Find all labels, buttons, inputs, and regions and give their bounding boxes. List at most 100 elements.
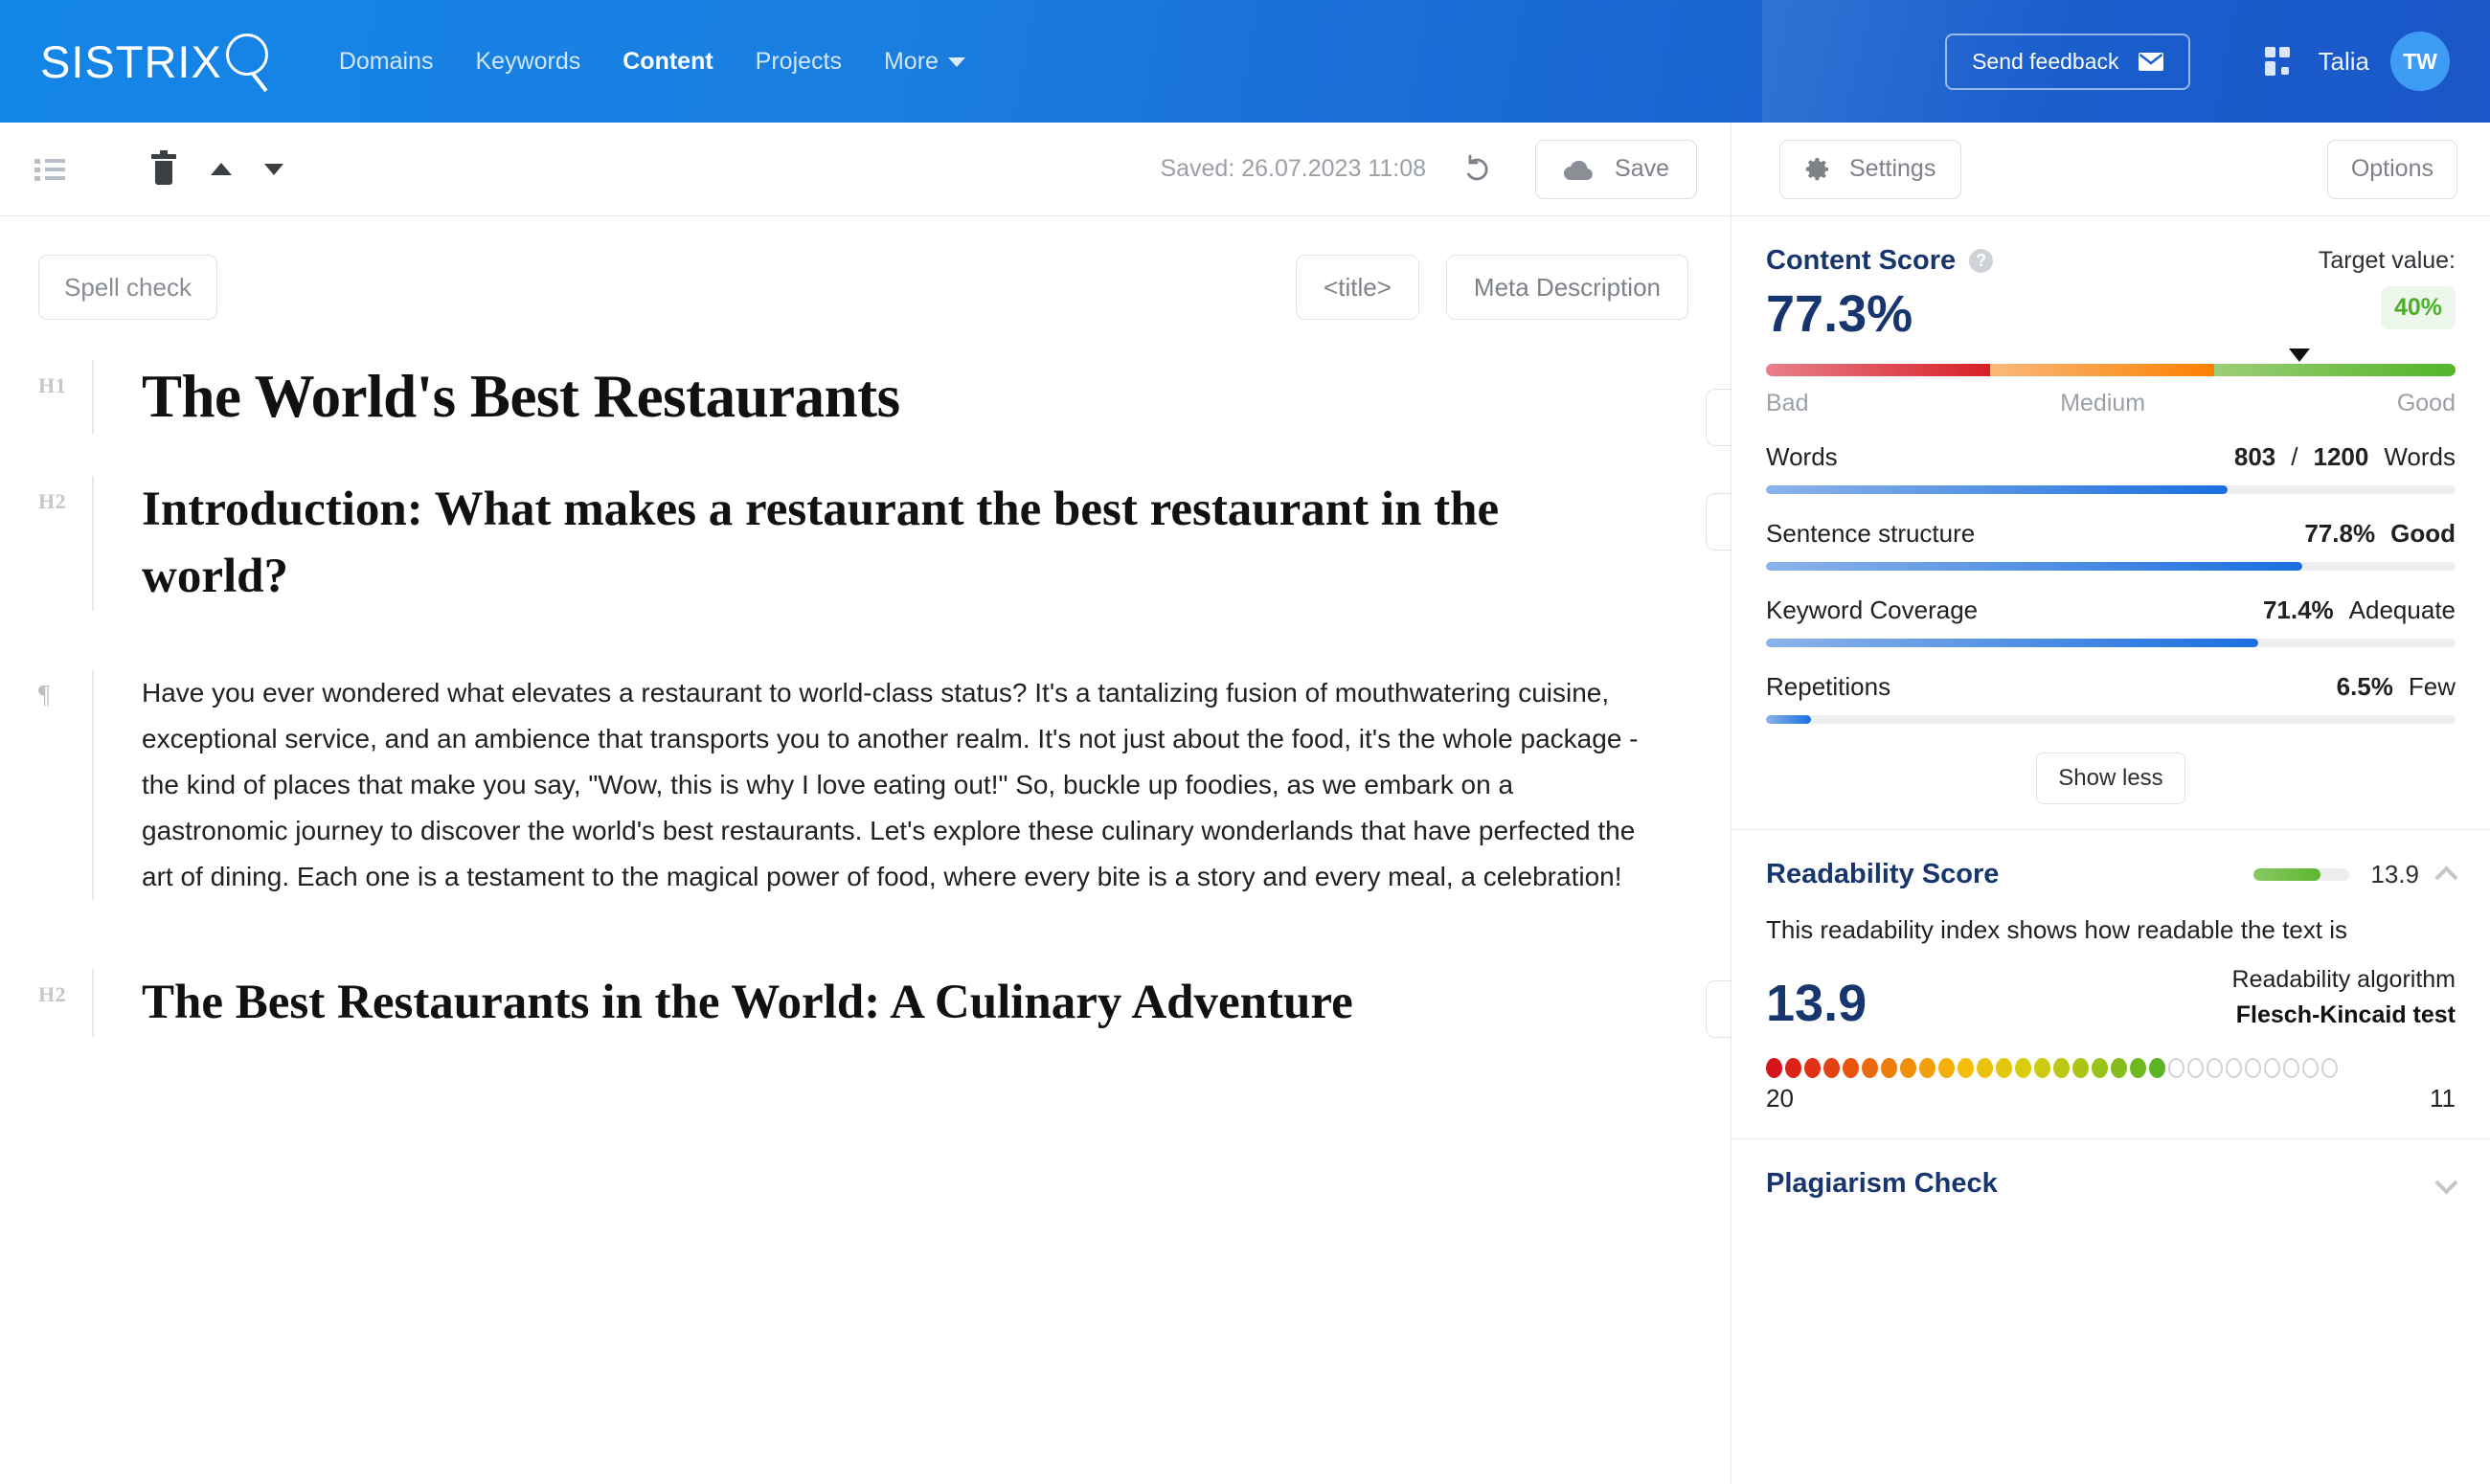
settings-button-label: Settings	[1849, 155, 1936, 182]
editor-block-h1[interactable]: H1 The World's Best Restaurants	[0, 360, 1731, 446]
metric-keyword-coverage: Keyword Coverage 71.4% Adequate	[1766, 596, 2456, 648]
content-editor-pane: Spell check <title> Meta Description H1 …	[0, 216, 1732, 1484]
delete-icon[interactable]	[151, 149, 176, 185]
readability-mini-value: 13.9	[2370, 860, 2419, 889]
meta-description-label: Meta Description	[1473, 272, 1661, 302]
metric-value: 6.5%	[2336, 672, 2393, 702]
heading-h1[interactable]: The World's Best Restaurants	[142, 360, 1654, 434]
readability-dot	[1996, 1058, 2012, 1079]
chevron-up-icon[interactable]	[2436, 866, 2456, 885]
metric-rating: Adequate	[2348, 596, 2456, 625]
readability-dot	[2302, 1058, 2319, 1079]
readability-dot	[1862, 1058, 1878, 1079]
readability-dot	[1919, 1058, 1935, 1079]
readability-mini-bar	[2253, 868, 2350, 882]
show-less-button[interactable]: Show less	[2036, 753, 2185, 805]
editor-block-h2-intro[interactable]: H2 Introduction: What makes a restaurant…	[0, 475, 1731, 611]
editor-tool-row: Spell check <title> Meta Description	[0, 216, 1731, 320]
plagiarism-header[interactable]: Plagiarism Check	[1766, 1168, 2456, 1200]
gauge-label-medium: Medium	[2060, 390, 2146, 417]
user-name-label[interactable]: Talia	[2319, 47, 2369, 77]
send-feedback-label: Send feedback	[1972, 48, 2119, 74]
metric-bar-fill	[1766, 485, 2228, 495]
nav-item-content[interactable]: Content	[601, 38, 734, 85]
block-guide-bar	[92, 475, 94, 611]
readability-dot	[1977, 1058, 1993, 1079]
heading-h2-best[interactable]: The Best Restaurants in the World: A Cul…	[142, 969, 1654, 1036]
settings-button[interactable]: Settings	[1779, 139, 1962, 199]
meta-description-button[interactable]: Meta Description	[1445, 255, 1688, 320]
nav-item-more[interactable]: More	[863, 38, 986, 85]
readability-algorithm-label: Readability algorithm	[2231, 966, 2456, 994]
save-button[interactable]: Save	[1535, 139, 1697, 199]
target-value-label: Target value:	[2318, 247, 2456, 274]
content-score-header: Content Score ? Target value:	[1766, 245, 2456, 277]
readability-dot	[1804, 1058, 1821, 1079]
undo-icon[interactable]	[1462, 153, 1495, 186]
options-button[interactable]: Options	[2326, 139, 2457, 199]
heading-h2-intro[interactable]: Introduction: What makes a restaurant th…	[142, 476, 1654, 611]
send-feedback-button[interactable]: Send feedback	[1945, 33, 2190, 90]
readability-title: Readability Score	[1766, 859, 2000, 890]
metric-rating: Few	[2408, 672, 2456, 702]
plagiarism-title: Plagiarism Check	[1766, 1168, 1998, 1200]
move-up-icon[interactable]	[211, 163, 232, 175]
sistrix-logo[interactable]: SISTRIX	[40, 34, 276, 93]
chevron-down-icon[interactable]	[2436, 1175, 2456, 1194]
avatar[interactable]: TW	[2390, 32, 2450, 91]
options-button-label: Options	[2350, 155, 2433, 182]
readability-dot	[1766, 1058, 1782, 1079]
target-value-badge: 40%	[2380, 286, 2456, 329]
readability-dot	[2283, 1058, 2299, 1079]
block-side-button[interactable]	[1706, 389, 1731, 446]
title-tag-button[interactable]: <title>	[1296, 255, 1419, 320]
nav-item-domains[interactable]: Domains	[318, 38, 455, 85]
readability-dot	[1881, 1058, 1897, 1079]
block-side-button[interactable]	[1706, 980, 1731, 1039]
readability-big-value: 13.9	[1766, 975, 1868, 1033]
plagiarism-section[interactable]: Plagiarism Check	[1732, 1139, 2490, 1225]
readability-dot	[1823, 1058, 1840, 1079]
readability-algorithm-name: Flesch-Kincaid test	[2235, 1001, 2456, 1029]
metric-name: Words	[1766, 442, 1838, 472]
block-content[interactable]: The Best Restaurants in the World: A Cul…	[142, 969, 1731, 1036]
metric-name: Keyword Coverage	[1766, 596, 1979, 625]
paragraph-mark-icon: ¶	[38, 679, 51, 708]
editor-block-paragraph[interactable]: ¶ Have you ever wondered what elevates a…	[0, 669, 1731, 901]
readability-dot	[2130, 1058, 2146, 1079]
readability-description: This readability index shows how readabl…	[1766, 915, 2347, 945]
metric-value: 71.4%	[2262, 596, 2334, 625]
nav-item-projects[interactable]: Projects	[735, 38, 863, 85]
content-score-value: 77.3%	[1766, 285, 1913, 343]
chevron-down-icon	[947, 56, 965, 67]
readability-header[interactable]: Readability Score 13.9	[1766, 859, 2456, 890]
outline-list-icon[interactable]	[34, 157, 65, 182]
paragraph-text[interactable]: Have you ever wondered what elevates a r…	[142, 670, 1654, 901]
readability-algorithm-block: Readability algorithm Flesch-Kincaid tes…	[2232, 966, 2456, 1029]
block-guide-bar	[92, 360, 94, 434]
editor-block-h2-best[interactable]: H2 The Best Restaurants in the World: A …	[0, 969, 1731, 1039]
nav-item-keywords[interactable]: Keywords	[454, 38, 601, 85]
block-guide-bar	[92, 969, 94, 1037]
readability-dot	[2092, 1058, 2108, 1079]
metric-bar-track	[1766, 485, 2456, 495]
document-blocks: H1 The World's Best Restaurants H2 Intro…	[0, 320, 1731, 1039]
readability-dot	[1785, 1058, 1801, 1079]
readability-dot	[2321, 1058, 2338, 1079]
move-down-icon[interactable]	[264, 163, 283, 175]
gauge-labels: Bad Medium Good	[1766, 390, 2456, 417]
help-icon[interactable]: ?	[1969, 249, 1994, 273]
metric-bar-fill	[1766, 639, 2259, 648]
apps-grid-icon[interactable]	[2264, 47, 2294, 76]
block-side-button[interactable]	[1706, 492, 1731, 551]
title-tag-label: <title>	[1324, 272, 1392, 302]
readability-dot	[2053, 1058, 2070, 1079]
spell-check-label: Spell check	[64, 272, 192, 302]
metric-bar-track	[1766, 715, 2456, 725]
block-content[interactable]: The World's Best Restaurants	[142, 360, 1731, 434]
spell-check-button[interactable]: Spell check	[38, 255, 217, 320]
block-content[interactable]: Introduction: What makes a restaurant th…	[142, 476, 1731, 611]
block-content[interactable]: Have you ever wondered what elevates a r…	[142, 670, 1731, 901]
nav-right-cluster: Send feedback Talia TW	[1945, 32, 2490, 91]
readability-dot	[2245, 1058, 2261, 1079]
